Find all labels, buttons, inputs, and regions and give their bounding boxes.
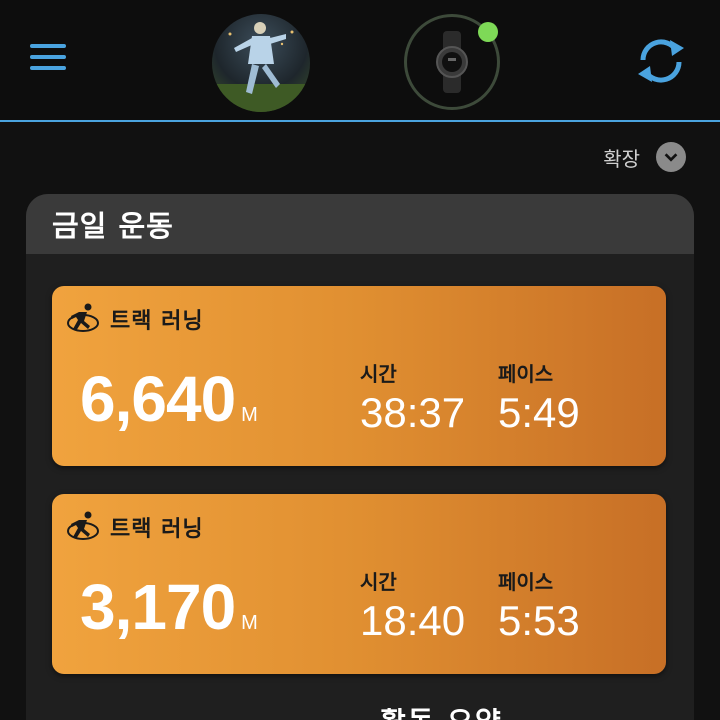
distance-value: 6,640 — [80, 363, 236, 435]
menu-button[interactable] — [30, 44, 66, 74]
time-value: 18:40 — [360, 597, 466, 644]
time-value: 38:37 — [360, 389, 466, 436]
section-title: 금일 운동 — [52, 209, 174, 243]
sync-button[interactable] — [634, 36, 688, 86]
avatar[interactable] — [212, 14, 310, 112]
pace-stat: 페이스 5:49 — [498, 358, 580, 437]
distance-unit: M — [241, 612, 258, 634]
pace-label: 페이스 — [498, 362, 554, 386]
device-status-dot — [478, 22, 498, 42]
activity-name: 트랙 러닝 — [110, 309, 204, 334]
time-label: 시간 — [360, 570, 397, 594]
profile-photo — [212, 22, 310, 112]
sync-icon — [638, 39, 684, 83]
distance: 6,640 M — [80, 362, 258, 436]
time-label: 시간 — [360, 362, 397, 386]
pace-value: 5:53 — [498, 597, 580, 644]
pace-value: 5:49 — [498, 389, 580, 436]
time-stat: 시간 18:40 — [360, 566, 465, 645]
pace-label: 페이스 — [498, 570, 554, 594]
pace-stat: 페이스 5:53 — [498, 566, 580, 645]
time-stat: 시간 38:37 — [360, 358, 465, 437]
partial-section-heading: 활동 요약 — [380, 708, 530, 720]
activity-card[interactable]: 트랙 러닝 6,640 M 시간 38:37 페이스 5:49 — [52, 286, 666, 466]
distance-unit: M — [241, 404, 258, 426]
track-running-icon — [67, 511, 99, 540]
distance: 3,170 M — [80, 570, 258, 644]
chevron-down-icon — [656, 142, 686, 172]
hamburger-menu-icon — [30, 44, 66, 48]
distance-value: 3,170 — [80, 571, 236, 643]
section-header: 금일 운동 — [26, 194, 694, 254]
activity-name: 트랙 러닝 — [110, 517, 204, 542]
today-workouts-card: 금일 운동 트랙 러닝 6,640 M 시간 38:37 페이스 5:49 트랙… — [26, 194, 694, 720]
expand-label: 확장 — [603, 146, 640, 171]
expand-toggle[interactable]: 확장 — [603, 142, 686, 172]
activity-card[interactable]: 트랙 러닝 3,170 M 시간 18:40 페이스 5:53 — [52, 494, 666, 674]
track-running-icon — [67, 303, 99, 332]
top-bar — [0, 0, 720, 122]
